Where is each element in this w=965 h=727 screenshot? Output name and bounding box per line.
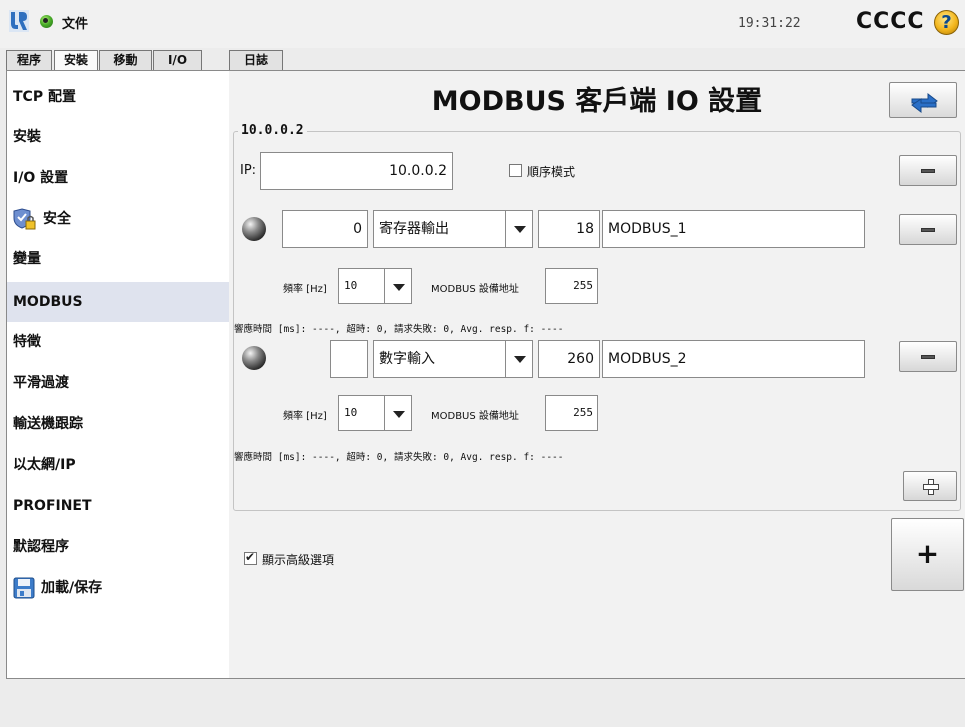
ur-logo-icon[interactable] bbox=[9, 10, 29, 32]
remove-signal-2-button[interactable] bbox=[899, 341, 957, 372]
robot-status-icon bbox=[40, 15, 53, 28]
minus-icon bbox=[921, 354, 935, 359]
signal-1-register-input[interactable]: 18 bbox=[538, 210, 600, 248]
signal-2-frequency-value: 10 bbox=[344, 406, 358, 419]
signal-2-frequency-dropdown[interactable]: 10 bbox=[338, 395, 412, 431]
robot-name: CCCC bbox=[856, 9, 925, 34]
safety-shield-lock-icon bbox=[13, 208, 36, 230]
chevron-down-icon[interactable] bbox=[505, 341, 532, 377]
sidebar-item-conveyor-tracking[interactable]: 輸送機跟踪 bbox=[7, 404, 229, 444]
sidebar-item-label: 輸送機跟踪 bbox=[13, 416, 83, 432]
signal-1-type-dropdown[interactable]: 寄存器輸出 bbox=[373, 210, 533, 248]
sidebar-item-mounting[interactable]: 安裝 bbox=[7, 117, 229, 157]
sidebar-item-tcp-config[interactable]: TCP 配置 bbox=[7, 77, 229, 117]
sidebar-item-io-setup[interactable]: I/O 設置 bbox=[7, 158, 229, 198]
minus-icon bbox=[921, 227, 935, 232]
installation-sidebar: TCP 配置 安裝 I/O 設置 安全 變量 MODBUS 特徵 平滑過渡 輸送… bbox=[6, 70, 230, 679]
sidebar-item-modbus[interactable]: MODBUS bbox=[7, 282, 229, 322]
bottom-bar bbox=[0, 680, 965, 727]
help-button[interactable]: ? bbox=[934, 10, 959, 35]
page-title: MODBUS 客戶端 IO 設置 bbox=[431, 86, 763, 117]
signal-1-type-value: 寄存器輸出 bbox=[379, 221, 449, 237]
sidebar-item-default-program[interactable]: 默認程序 bbox=[7, 527, 229, 567]
sidebar-item-label: 安裝 bbox=[13, 129, 41, 145]
sidebar-item-label: 默認程序 bbox=[13, 539, 69, 555]
signal-1-slave-address-input[interactable]: 255 bbox=[545, 268, 598, 304]
add-signal-button[interactable] bbox=[903, 471, 957, 501]
chevron-down-icon[interactable] bbox=[384, 396, 411, 430]
signal-2-frequency-label: 頻率 [Hz] bbox=[283, 411, 327, 422]
file-menu[interactable]: 文件 bbox=[62, 13, 88, 32]
sidebar-item-variables[interactable]: 變量 bbox=[7, 239, 229, 279]
unit-ip-legend: 10.0.0.2 bbox=[238, 123, 307, 138]
sidebar-item-features[interactable]: 特徵 bbox=[7, 322, 229, 362]
show-advanced-checkbox[interactable] bbox=[244, 550, 257, 565]
signal-1-status-text: 響應時間 [ms]: ----, 超時: 0, 請求失敗: 0, Avg. re… bbox=[234, 324, 564, 335]
clock: 19:31:22 bbox=[738, 16, 801, 31]
signal-1-frequency-label: 頻率 [Hz] bbox=[283, 284, 327, 295]
chevron-down-icon[interactable] bbox=[384, 269, 411, 303]
modbus-unit-group: 10.0.0.2 IP: 10.0.0.2 順序模式 0 寄存器輸出 18 MO… bbox=[233, 123, 961, 511]
floppy-disk-icon bbox=[13, 577, 35, 599]
top-bar: 文件 19:31:22 CCCC ? bbox=[0, 0, 965, 48]
signal-2-register-input[interactable]: 260 bbox=[538, 340, 600, 378]
sequential-mode-label: 順序模式 bbox=[527, 165, 576, 179]
signal-2-address-input[interactable] bbox=[330, 340, 368, 378]
tab-program[interactable]: 程序 bbox=[6, 50, 52, 70]
remove-unit-button[interactable] bbox=[899, 155, 957, 186]
sidebar-item-label: 平滑過渡 bbox=[13, 375, 69, 391]
refresh-icon bbox=[911, 92, 938, 114]
ip-label: IP: bbox=[240, 163, 257, 178]
sidebar-item-safety[interactable]: 安全 bbox=[7, 199, 229, 239]
sidebar-item-label: TCP 配置 bbox=[13, 89, 76, 105]
sidebar-item-label: 安全 bbox=[43, 211, 71, 227]
sidebar-item-profinet[interactable]: PROFINET bbox=[7, 486, 229, 526]
sequential-mode-checkbox[interactable] bbox=[509, 164, 522, 177]
signal-2-type-value: 數字輸入 bbox=[379, 351, 435, 367]
chevron-down-icon[interactable] bbox=[505, 211, 532, 247]
refresh-button[interactable] bbox=[889, 82, 957, 118]
tab-io[interactable]: I/O bbox=[153, 50, 202, 70]
sidebar-item-label: PROFINET bbox=[13, 498, 92, 514]
ip-input[interactable]: 10.0.0.2 bbox=[260, 152, 453, 190]
add-unit-button[interactable]: + bbox=[891, 518, 964, 591]
tab-installation[interactable]: 安裝 bbox=[54, 50, 98, 70]
signal-1-frequency-dropdown[interactable]: 10 bbox=[338, 268, 412, 304]
sidebar-item-label: I/O 設置 bbox=[13, 170, 69, 186]
sidebar-item-label: 變量 bbox=[13, 251, 41, 267]
signal-2-type-dropdown[interactable]: 數字輸入 bbox=[373, 340, 533, 378]
signal-1-address-input[interactable]: 0 bbox=[282, 210, 368, 248]
sidebar-item-load-save[interactable]: 加載/保存 bbox=[7, 568, 229, 608]
signal-1-slave-address-label: MODBUS 設備地址 bbox=[431, 284, 519, 295]
modbus-client-panel: MODBUS 客戶端 IO 設置 10.0.0.2 IP: 10.0.0.2 順… bbox=[229, 70, 965, 679]
tab-move[interactable]: 移動 bbox=[99, 50, 152, 70]
plus-icon bbox=[923, 479, 939, 495]
tab-log[interactable]: 日誌 bbox=[229, 50, 283, 70]
sidebar-item-smooth-transition[interactable]: 平滑過渡 bbox=[7, 363, 229, 403]
signal-2-slave-address-input[interactable]: 255 bbox=[545, 395, 598, 431]
sidebar-item-label: 特徵 bbox=[13, 334, 41, 350]
signal-2-name-input[interactable]: MODBUS_2 bbox=[602, 340, 865, 378]
sidebar-item-label: MODBUS bbox=[13, 294, 83, 310]
show-advanced-label: 顯示高級選項 bbox=[262, 553, 335, 567]
signal-2-status-text: 響應時間 [ms]: ----, 超時: 0, 請求失敗: 0, Avg. re… bbox=[234, 452, 564, 463]
signal-1-name-input[interactable]: MODBUS_1 bbox=[602, 210, 865, 248]
signal-2-led-icon bbox=[242, 346, 266, 370]
signal-2-slave-address-label: MODBUS 設備地址 bbox=[431, 411, 519, 422]
signal-1-led-icon bbox=[242, 217, 266, 241]
signal-1-frequency-value: 10 bbox=[344, 279, 358, 292]
sidebar-item-label: 以太網/IP bbox=[13, 457, 76, 473]
minus-icon bbox=[921, 168, 935, 173]
sidebar-item-ethernet-ip[interactable]: 以太網/IP bbox=[7, 445, 229, 485]
sidebar-item-label: 加載/保存 bbox=[41, 580, 103, 596]
remove-signal-1-button[interactable] bbox=[899, 214, 957, 245]
